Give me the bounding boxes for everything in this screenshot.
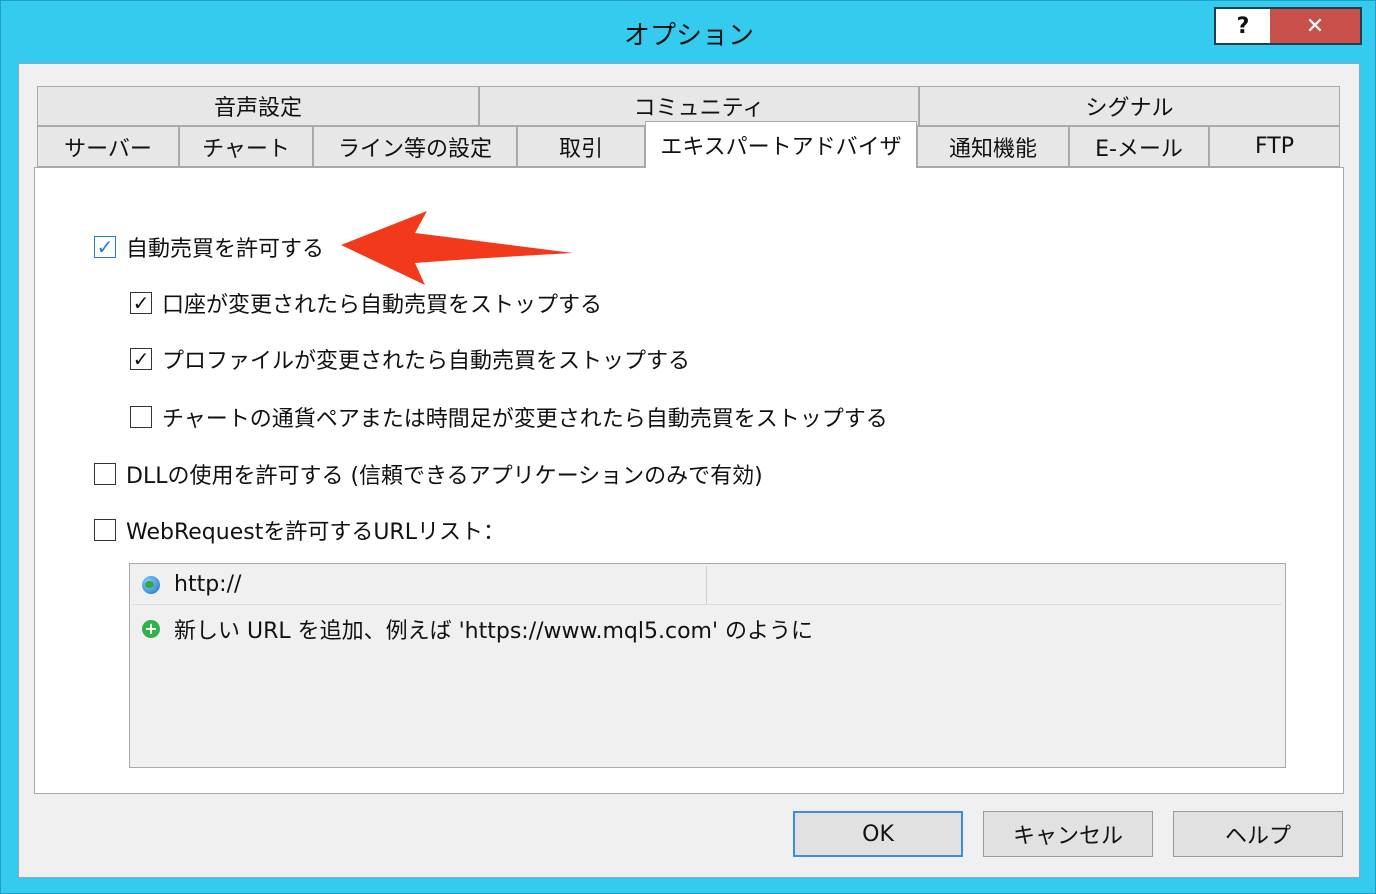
checkbox-allow-webrequest[interactable] [94,519,116,541]
annotation-arrow-icon [341,211,573,285]
url-list-header: http:// [142,572,241,597]
tab-trade[interactable]: 取引 [517,126,645,167]
help-button[interactable]: ヘルプ [1173,811,1343,857]
tab-ftp[interactable]: FTP [1209,126,1340,167]
label-allow-dll: DLLの使用を許可する (信頼できるアプリケーションのみで有効) [126,464,763,489]
checkbox-stop-on-account-change[interactable]: ✓ [130,292,152,314]
url-list[interactable]: http:// + 新しい URL を追加、例えば 'https://www.m… [129,563,1286,768]
dialog-window: オプション ? ✕ 音声設定 コミュニティ シグナル サーバー チャート ライン… [0,0,1376,894]
option-allow-auto-trading[interactable]: ✓ 自動売買を許可する [94,231,324,263]
globe-icon [142,575,160,594]
tab-signals[interactable]: シグナル [919,86,1340,126]
tab-community[interactable]: コミュニティ [479,86,919,126]
option-stop-on-account-change[interactable]: ✓ 口座が変更されたら自動売買をストップする [130,287,602,319]
label-stop-on-profile-change: プロファイルが変更されたら自動売買をストップする [162,349,691,374]
label-allow-auto-trading: 自動売買を許可する [126,237,325,262]
label-allow-webrequest: WebRequestを許可するURLリスト： [126,520,505,545]
ok-button[interactable]: OK [793,811,963,857]
checkbox-stop-on-profile-change[interactable]: ✓ [130,348,152,370]
tab-chart[interactable]: チャート [179,126,313,167]
checkbox-allow-auto-trading[interactable]: ✓ [94,236,116,258]
option-allow-dll[interactable]: DLLの使用を許可する (信頼できるアプリケーションのみで有効) [94,458,763,490]
label-stop-on-chart-change: チャートの通貨ペアまたは時間足が変更されたら自動売買をストップする [162,407,888,432]
tab-objects[interactable]: ライン等の設定 [313,126,517,167]
tab-server[interactable]: サーバー [37,126,179,167]
checkbox-allow-dll[interactable] [94,463,116,485]
tab-expert-advisors[interactable]: エキスパートアドバイザ [645,121,917,168]
tab-notifications[interactable]: 通知機能 [917,126,1069,167]
list-header-divider [132,604,1282,605]
add-url-hint: 新しい URL を追加、例えば 'https://www.mql5.com' の… [174,619,814,644]
window-title: オプション [623,21,754,51]
option-allow-webrequest[interactable]: WebRequestを許可するURLリスト： [94,514,505,546]
add-icon: + [142,620,160,638]
label-stop-on-account-change: 口座が変更されたら自動売買をストップする [162,293,603,318]
tab-email[interactable]: E-メール [1069,126,1209,167]
tab-sound-settings[interactable]: 音声設定 [37,86,479,126]
url-list-header-label: http:// [174,572,242,597]
help-title-button[interactable]: ? [1214,7,1270,45]
checkbox-stop-on-chart-change[interactable] [130,406,152,428]
add-url-row[interactable]: + 新しい URL を追加、例えば 'https://www.mql5.com'… [142,613,813,645]
list-column-separator [706,566,707,604]
close-button[interactable]: ✕ [1270,7,1362,45]
option-stop-on-chart-change[interactable]: チャートの通貨ペアまたは時間足が変更されたら自動売買をストップする [130,401,888,433]
option-stop-on-profile-change[interactable]: ✓ プロファイルが変更されたら自動売買をストップする [130,343,690,375]
cancel-button[interactable]: キャンセル [983,811,1153,857]
